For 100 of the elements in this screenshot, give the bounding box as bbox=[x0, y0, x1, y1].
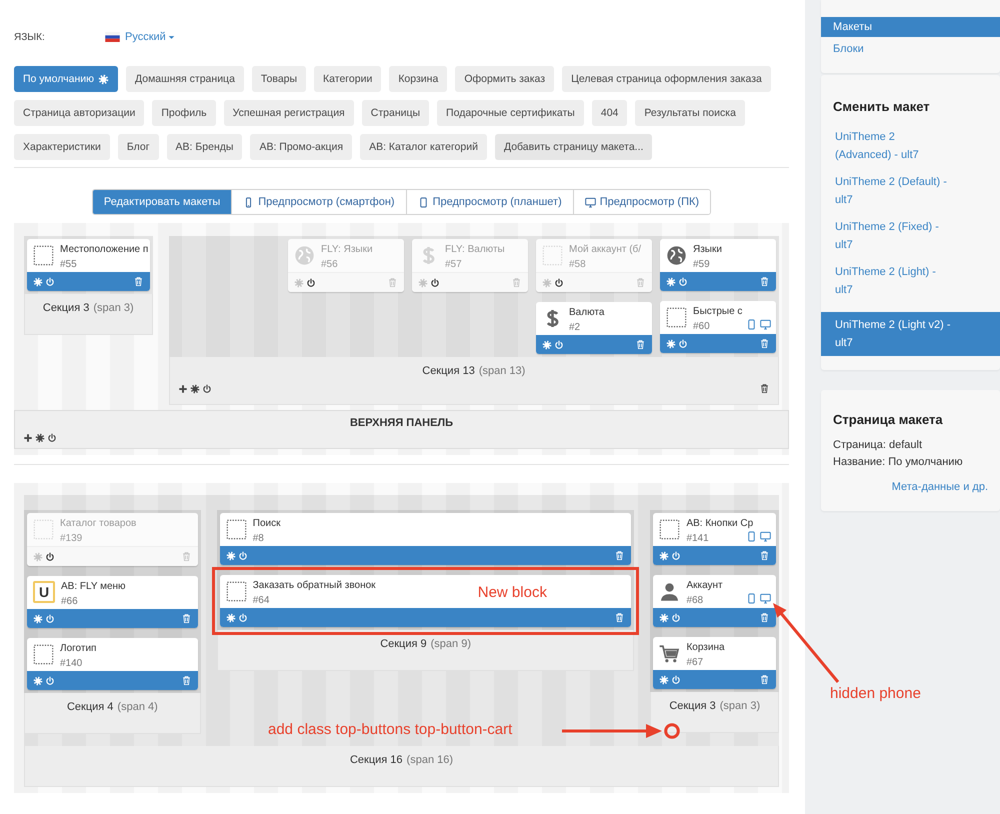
block-id: #55 bbox=[60, 259, 77, 270]
section-name: Секция 9 bbox=[380, 638, 427, 650]
block-card[interactable]: Аккаунт #68 bbox=[653, 575, 776, 627]
add-icon[interactable] bbox=[178, 384, 188, 394]
settings-icon[interactable] bbox=[35, 433, 45, 443]
trash-icon[interactable] bbox=[759, 383, 770, 394]
mode-tab[interactable]: Редактировать макеты bbox=[92, 190, 232, 214]
block-card[interactable]: АВ: Кнопки Ср #141 bbox=[653, 513, 776, 565]
settings-icon[interactable] bbox=[190, 384, 200, 394]
settings-icon bbox=[98, 74, 110, 84]
block-id: #68 bbox=[686, 595, 704, 606]
block-name: FLY: Языки bbox=[321, 244, 373, 255]
placeholder-icon bbox=[33, 644, 54, 665]
block-id: #8 bbox=[252, 533, 264, 544]
globe-icon bbox=[294, 245, 315, 266]
mode-tab[interactable]: Предпросмотр (ПК) bbox=[572, 190, 710, 214]
cart-icon bbox=[659, 643, 680, 664]
page-tab[interactable]: АВ: Промо-акция bbox=[250, 134, 352, 160]
page-tab[interactable]: Оформить заказ bbox=[455, 66, 554, 92]
tablet-icon[interactable] bbox=[746, 531, 757, 542]
layout-item[interactable]: UniTheme 2 (Advanced) - ult7 bbox=[821, 124, 1000, 168]
block-name: Корзина bbox=[686, 642, 725, 653]
power-icon[interactable] bbox=[47, 433, 57, 443]
block-name: Заказать обратный звонок bbox=[252, 580, 376, 591]
circle-mark bbox=[664, 723, 680, 739]
block-id: #58 bbox=[569, 259, 586, 270]
desktop-icon[interactable] bbox=[760, 531, 771, 542]
power-icon[interactable] bbox=[430, 278, 440, 288]
globe-icon bbox=[666, 245, 687, 266]
power-icon[interactable] bbox=[554, 278, 564, 288]
page-tab[interactable]: Целевая страница оформления заказа bbox=[562, 66, 771, 92]
info-text: Название: По умолчанию bbox=[832, 455, 964, 470]
placeholder-icon bbox=[542, 245, 563, 266]
layout-item[interactable]: UniTheme 2 (Fixed) - ult7 bbox=[821, 214, 1000, 258]
page-tab[interactable]: Страницы bbox=[362, 100, 430, 126]
block-card[interactable]: Местоположение п #55 bbox=[27, 239, 150, 291]
trash-icon[interactable] bbox=[132, 276, 144, 287]
block-name: Поиск bbox=[252, 518, 280, 529]
page-tab[interactable]: Добавить страницу макета... bbox=[494, 134, 652, 160]
section-name: Секция 13 bbox=[422, 365, 475, 377]
block-card[interactable]: Поиск #8 bbox=[220, 513, 632, 565]
placeholder-icon bbox=[659, 519, 680, 540]
page-tab[interactable]: Страница авторизации bbox=[14, 100, 144, 126]
trash-icon[interactable] bbox=[614, 612, 626, 623]
page-tab[interactable]: Домашняя страница bbox=[126, 66, 244, 92]
block-name: Быстрые с bbox=[693, 306, 742, 317]
layout-item[interactable]: UniTheme 2 (Default) - ult7 bbox=[821, 169, 1000, 213]
page-tab[interactable]: Характеристики bbox=[14, 134, 110, 160]
page-tab[interactable]: Результаты поиска bbox=[635, 100, 745, 126]
sidebar-item[interactable]: Блоки bbox=[821, 39, 1000, 59]
layout-item[interactable]: UniTheme 2 (Light) - ult7 bbox=[821, 259, 1000, 303]
desktop-icon[interactable] bbox=[760, 319, 771, 330]
power-icon[interactable] bbox=[45, 552, 55, 562]
block-name: Логотип bbox=[60, 643, 96, 654]
block-id: #56 bbox=[321, 259, 338, 270]
logo-icon: U bbox=[33, 581, 55, 603]
page-tab[interactable]: Корзина bbox=[389, 66, 448, 92]
block-name: Мой аккаунт (б/ bbox=[569, 244, 642, 255]
block-id: #140 bbox=[60, 658, 82, 669]
section-name: Секция 16 bbox=[350, 754, 403, 766]
block-id: #139 bbox=[60, 533, 82, 544]
power-icon[interactable] bbox=[306, 278, 316, 288]
page-tab[interactable]: Блог bbox=[118, 134, 159, 160]
placeholder-icon bbox=[33, 245, 54, 266]
section-span: (span 9) bbox=[430, 638, 471, 650]
page-tab[interactable]: Подарочные сертификаты bbox=[437, 100, 584, 126]
container-title: ВЕРХНЯЯ ПАНЕЛЬ bbox=[348, 417, 454, 429]
info-text: Страница: default bbox=[832, 438, 923, 453]
placeholder-icon bbox=[33, 519, 54, 540]
tablet-icon[interactable] bbox=[746, 319, 757, 330]
card-title: Страница макета bbox=[832, 411, 944, 429]
layout-item[interactable]: UniTheme 2 (Light v2) - ult7 bbox=[821, 312, 1000, 356]
annotation-text: New block bbox=[478, 584, 547, 601]
block-id: #57 bbox=[445, 259, 462, 270]
page-tab[interactable]: АВ: Бренды bbox=[166, 134, 242, 160]
block-name: АВ: Кнопки Ср bbox=[686, 518, 754, 529]
tablet-icon[interactable] bbox=[746, 593, 757, 604]
language-dropdown[interactable]: Русский bbox=[105, 31, 175, 43]
section-span: (span 13) bbox=[478, 365, 526, 377]
sidebar-item[interactable]: Макеты bbox=[821, 17, 1000, 37]
add-icon[interactable] bbox=[23, 433, 33, 443]
desktop-icon[interactable] bbox=[760, 593, 771, 604]
power-icon[interactable] bbox=[202, 384, 212, 394]
page-tab[interactable]: Товары bbox=[252, 66, 306, 92]
trash-icon[interactable] bbox=[614, 550, 626, 561]
page-tab[interactable]: Категории bbox=[314, 66, 382, 92]
block-id: #141 bbox=[686, 533, 709, 544]
section-name: Секция 3 bbox=[669, 700, 716, 712]
meta-link[interactable]: Мета-данные и др. bbox=[892, 481, 988, 493]
block-id: #67 bbox=[686, 657, 704, 668]
block-card[interactable]: Быстрые с #60 bbox=[660, 301, 776, 353]
section-name: Секция 4 bbox=[66, 701, 114, 713]
caret-icon bbox=[168, 34, 175, 40]
page-tab[interactable]: 404 bbox=[592, 100, 628, 126]
page-tab[interactable]: АВ: Каталог категорий bbox=[360, 134, 487, 160]
page-tab[interactable]: По умолчанию bbox=[14, 66, 118, 92]
block-name: Аккаунт bbox=[686, 580, 723, 591]
block-name: Валюта bbox=[569, 307, 604, 318]
page-tab[interactable]: Профиль bbox=[152, 100, 216, 126]
page-tab[interactable]: Успешная регистрация bbox=[224, 100, 354, 126]
